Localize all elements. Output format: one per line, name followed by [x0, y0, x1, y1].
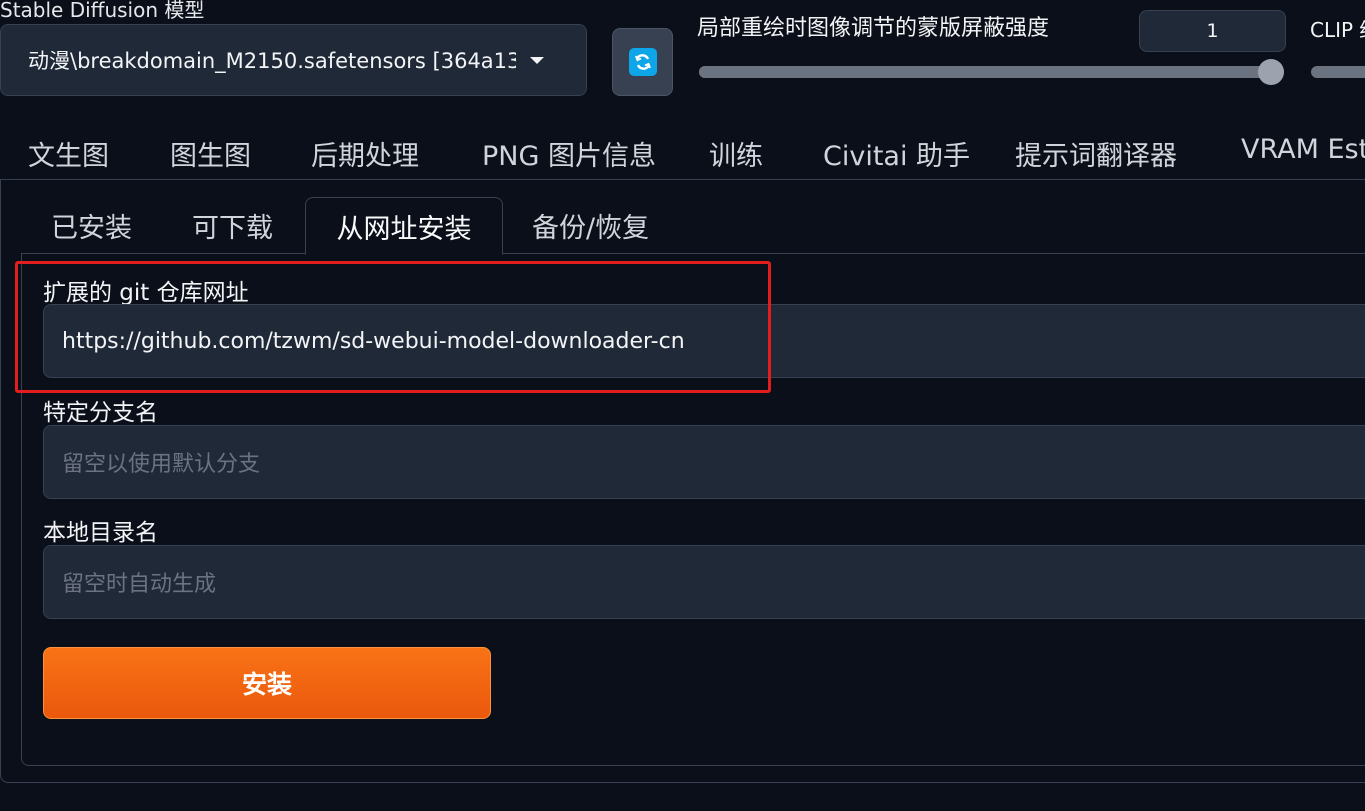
local-dir-input[interactable]: 留空时自动生成 [43, 545, 1365, 619]
tab-prompt-translator[interactable]: 提示词翻译器 [1015, 134, 1177, 173]
tab-extras[interactable]: 后期处理 [311, 134, 419, 173]
branch-placeholder: 留空以使用默认分支 [62, 452, 261, 477]
local-dir-label: 本地目录名 [43, 520, 158, 546]
chevron-down-icon [530, 57, 544, 64]
model-select-value: 动漫\breakdomain_M2150.safetensors [364a13… [28, 49, 516, 73]
tab-img2img[interactable]: 图生图 [170, 134, 251, 173]
local-dir-placeholder: 留空时自动生成 [62, 572, 217, 597]
webui-root: Stable Diffusion 模型 动漫\breakdomain_M2150… [0, 0, 1365, 811]
model-select-dropdown[interactable]: 动漫\breakdomain_M2150.safetensors [364a13… [0, 24, 587, 96]
mask-strength-slider[interactable] [699, 59, 1284, 85]
highlight-annotation-box [15, 261, 771, 393]
tab-backup-restore[interactable]: 备份/恢复 [532, 206, 649, 245]
tab-available[interactable]: 可下载 [192, 206, 273, 245]
tab-install-from-url[interactable]: 从网址安装 [305, 197, 503, 255]
refresh-models-button[interactable] [612, 28, 673, 96]
mask-strength-label: 局部重绘时图像调节的蒙版屏蔽强度 [697, 16, 1050, 41]
tab-civitai-helper[interactable]: Civitai 助手 [823, 134, 970, 173]
tab-txt2img[interactable]: 文生图 [28, 134, 109, 173]
model-label: Stable Diffusion 模型 [0, 0, 205, 22]
clip-skip-label: CLIP 终 [1310, 18, 1365, 42]
branch-label: 特定分支名 [43, 400, 158, 426]
tab-installed[interactable]: 已安装 [51, 206, 132, 245]
mask-strength-number-input[interactable]: 1 [1139, 10, 1286, 52]
tab-vram-estimator[interactable]: VRAM Estimator [1241, 134, 1365, 165]
main-tab-bar: 文生图 图生图 后期处理 PNG 图片信息 训练 Civitai 助手 提示词翻… [0, 134, 1365, 180]
tab-train[interactable]: 训练 [709, 134, 763, 173]
install-button[interactable]: 安装 [43, 647, 491, 719]
clip-skip-slider[interactable] [1311, 66, 1365, 78]
mask-strength-slider-thumb[interactable] [1258, 59, 1284, 85]
mask-strength-slider-fill [699, 66, 1284, 78]
branch-input[interactable]: 留空以使用默认分支 [43, 425, 1365, 499]
tab-png-info[interactable]: PNG 图片信息 [482, 134, 656, 173]
refresh-icon [628, 48, 657, 76]
